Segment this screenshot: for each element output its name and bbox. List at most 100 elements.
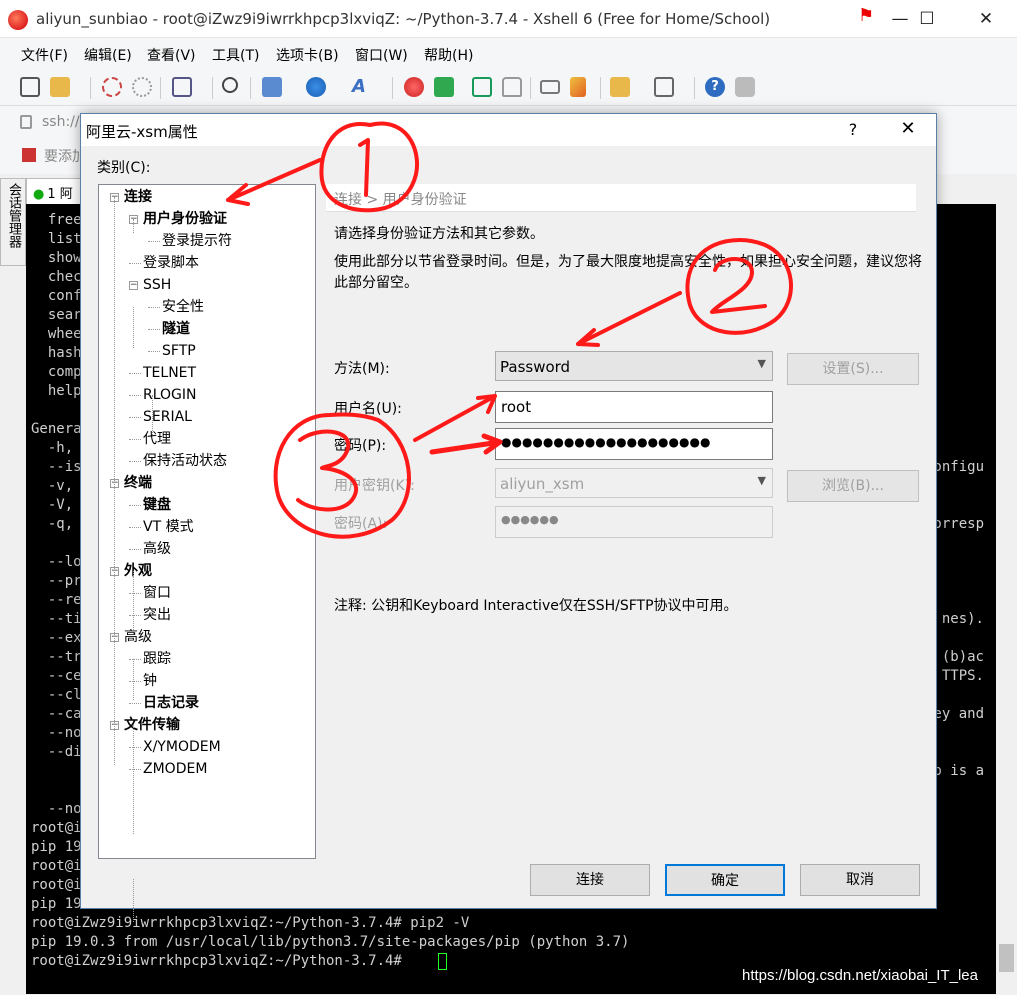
- tree-connector: [129, 615, 141, 616]
- layout-icon[interactable]: [654, 77, 674, 97]
- keyboard-icon[interactable]: [540, 80, 560, 94]
- maximize-button[interactable]: ☐: [907, 6, 947, 32]
- username-field[interactable]: root: [495, 391, 773, 423]
- tree-item[interactable]: 登录提示符: [162, 232, 232, 250]
- tree-item[interactable]: 钟: [143, 672, 157, 690]
- method-value: Password: [500, 358, 571, 376]
- terminal-line: pip 19: [31, 896, 82, 912]
- session-tab[interactable]: ● 1 阿: [26, 178, 82, 204]
- tree-item[interactable]: TELNET: [143, 364, 196, 382]
- cancel-button[interactable]: 取消: [800, 864, 920, 896]
- tree-item[interactable]: 安全性: [162, 298, 204, 316]
- tree-item[interactable]: 用户身份验证: [143, 210, 227, 228]
- bookmark-icon: [22, 148, 36, 162]
- passphrase-field[interactable]: ●●●●●●: [495, 506, 773, 538]
- terminal-line: --lo: [31, 554, 82, 570]
- tree-item[interactable]: 窗口: [143, 584, 171, 602]
- tree-connector: [129, 549, 141, 550]
- tree-item[interactable]: 保持活动状态: [143, 452, 227, 470]
- address-lock-icon: [20, 115, 32, 129]
- menu-view[interactable]: 查看(V): [147, 45, 196, 65]
- dialog-help-button[interactable]: ?: [841, 120, 865, 139]
- tree-item[interactable]: 隧道: [162, 320, 190, 338]
- xmanager-icon[interactable]: [434, 77, 454, 97]
- menu-edit[interactable]: 编辑(E): [84, 45, 132, 65]
- method-label: 方法(M):: [334, 361, 390, 377]
- menu-help[interactable]: 帮助(H): [424, 45, 473, 65]
- tree-connector: [129, 703, 141, 704]
- add-folder-icon[interactable]: [610, 77, 630, 97]
- help-icon[interactable]: ?: [705, 77, 725, 97]
- properties-icon[interactable]: [172, 77, 192, 97]
- tree-item[interactable]: 突出: [143, 606, 171, 624]
- highlight-icon[interactable]: [570, 77, 586, 97]
- terminal-line-fragment: TTPS.: [941, 668, 984, 684]
- tree-item[interactable]: SSH: [143, 276, 171, 294]
- terminal-line: root@i: [31, 877, 82, 893]
- ok-button[interactable]: 确定: [665, 864, 785, 896]
- transfer-icon[interactable]: [262, 77, 282, 97]
- settings-button[interactable]: 设置(S)...: [787, 353, 919, 385]
- tree-item[interactable]: 代理: [143, 430, 171, 448]
- terminal-line: show: [31, 250, 82, 266]
- terminal-line: -V,: [31, 497, 74, 513]
- open-folder-icon[interactable]: [50, 77, 70, 97]
- font-icon[interactable]: A: [352, 77, 372, 97]
- tree-connector: [129, 439, 141, 440]
- menu-window[interactable]: 窗口(W): [355, 45, 408, 65]
- tree-connector: [129, 417, 141, 418]
- tree-item[interactable]: 登录脚本: [143, 254, 199, 272]
- connect-icon[interactable]: [102, 77, 122, 97]
- lock-icon[interactable]: [502, 77, 522, 97]
- userkey-value: aliyun_xsm: [500, 475, 585, 493]
- dialog-close-button[interactable]: ✕: [893, 118, 923, 139]
- menu-tabs[interactable]: 选项卡(B): [276, 45, 339, 65]
- category-tree[interactable]: 连接 − 用户身份验证 − 登录提示符 登录脚本 SSH − 安全性 隧道 SFTP TELNET RL…: [98, 184, 316, 922]
- chat-icon[interactable]: [735, 77, 755, 97]
- session-manager-tab[interactable]: 会话管理器: [0, 178, 26, 266]
- tree-item[interactable]: 键盘: [143, 496, 171, 514]
- toolbar: A ?: [0, 68, 1017, 106]
- tree-connector: [129, 747, 141, 748]
- tree-item[interactable]: 终端: [124, 474, 152, 492]
- tree-connector: [129, 681, 141, 682]
- tree-item[interactable]: 外观: [124, 562, 152, 580]
- xftp-icon[interactable]: [404, 77, 424, 97]
- new-session-icon[interactable]: [20, 77, 40, 97]
- menu-tools[interactable]: 工具(T): [212, 45, 259, 65]
- fullscreen-icon[interactable]: [472, 77, 492, 97]
- tree-item[interactable]: 跟踪: [143, 650, 171, 668]
- flag-icon[interactable]: ⚑: [858, 5, 874, 26]
- tree-item[interactable]: ZMODEM: [143, 760, 207, 778]
- username-label: 用户名(U):: [334, 401, 402, 417]
- tree-item[interactable]: 高级: [143, 540, 171, 558]
- terminal-scrollbar[interactable]: [996, 204, 1017, 994]
- address-text[interactable]: ssh://: [42, 114, 80, 130]
- method-select[interactable]: Password ▼: [495, 351, 773, 381]
- tree-item[interactable]: 高级: [124, 628, 152, 646]
- menu-file[interactable]: 文件(F): [21, 45, 68, 65]
- userkey-select[interactable]: aliyun_xsm ▼: [495, 468, 773, 498]
- tree-connector: [129, 769, 141, 770]
- tree-item[interactable]: X/YMODEM: [143, 738, 221, 756]
- window-close-button[interactable]: ✕: [966, 6, 1006, 32]
- terminal-line: -v,: [31, 478, 74, 494]
- globe-icon[interactable]: [306, 77, 326, 97]
- password-field[interactable]: ●●●●●●●●●●●●●●●●●●●●: [495, 428, 773, 460]
- terminal-line: --di: [31, 744, 82, 760]
- scrollbar-thumb[interactable]: [999, 944, 1014, 972]
- category-label: 类别(C):: [97, 160, 151, 176]
- note-text: 注释: 公钥和Keyboard Interactive仅在SSH/SFTP协议中…: [334, 598, 738, 614]
- expand-toggle-icon[interactable]: −: [129, 281, 138, 290]
- tree-item[interactable]: 连接: [124, 188, 152, 206]
- browse-button[interactable]: 浏览(B)...: [787, 470, 919, 502]
- tree-item[interactable]: VT 模式: [143, 518, 194, 536]
- terminal-line: Genera: [31, 421, 82, 437]
- connect-button[interactable]: 连接: [530, 864, 650, 896]
- disconnect-icon[interactable]: [132, 77, 152, 97]
- tree-item[interactable]: SFTP: [162, 342, 196, 360]
- search-icon[interactable]: [222, 77, 238, 93]
- tree-item[interactable]: 日志记录: [143, 694, 199, 712]
- terminal-line: root@i: [31, 820, 82, 836]
- tree-item[interactable]: SERIAL: [143, 408, 192, 426]
